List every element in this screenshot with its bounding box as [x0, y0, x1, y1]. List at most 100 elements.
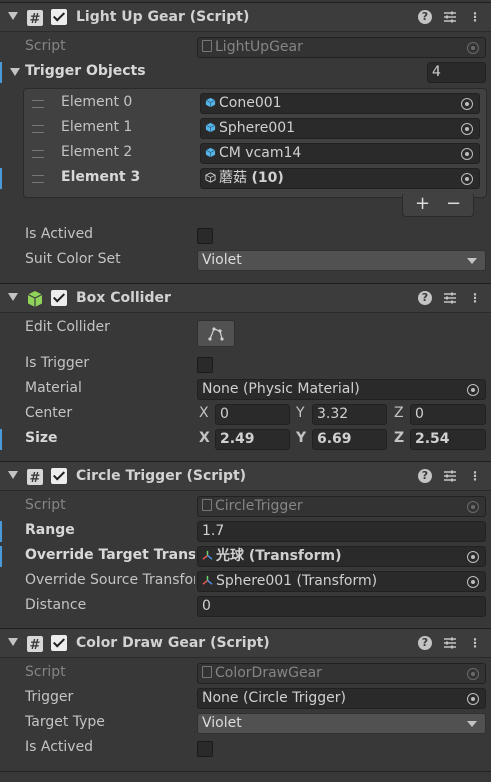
object-picker-icon[interactable]	[461, 98, 473, 110]
script-icon: #	[27, 469, 43, 486]
object-picker-icon[interactable]	[461, 173, 473, 185]
is-actived-label: Is Actived	[25, 226, 94, 242]
element-object-field[interactable]: Cone001	[200, 93, 480, 114]
transform-icon	[202, 575, 213, 585]
is-actived-checkbox[interactable]	[197, 228, 213, 244]
is-actived-row: Is Actived	[0, 736, 491, 761]
axis-x-label: X	[199, 405, 209, 421]
array-size-field[interactable]: 4	[427, 62, 486, 83]
is-trigger-checkbox[interactable]	[197, 357, 213, 373]
help-icon[interactable]: ?	[418, 10, 432, 24]
size-y-field[interactable]: 6.69	[312, 429, 387, 450]
enabled-checkbox[interactable]	[51, 9, 67, 25]
object-picker-icon[interactable]	[467, 668, 479, 680]
help-icon[interactable]: ?	[418, 291, 432, 305]
script-field[interactable]: CircleTrigger	[197, 496, 486, 517]
distance-field[interactable]: 0	[197, 596, 486, 617]
object-picker-icon[interactable]	[467, 384, 479, 396]
size-label: Size	[25, 430, 58, 446]
presets-icon[interactable]	[443, 291, 457, 305]
object-picker-icon[interactable]	[467, 576, 479, 588]
foldout-arrow-icon[interactable]	[8, 293, 18, 301]
presets-icon[interactable]	[443, 10, 457, 24]
suit-color-set-row: Suit Color Set Violet	[0, 248, 491, 273]
range-field[interactable]: 1.7	[197, 521, 486, 542]
object-picker-icon[interactable]	[461, 148, 473, 160]
more-options-icon[interactable]: ⋮	[468, 636, 482, 650]
foldout-arrow-icon[interactable]	[10, 68, 20, 76]
script-label: Script	[25, 38, 66, 54]
list-item[interactable]: Element 2 CM vcam14	[0, 141, 491, 166]
drag-handle-icon[interactable]	[32, 175, 44, 183]
center-y-field[interactable]: 3.32	[312, 404, 387, 425]
more-options-icon[interactable]: ⋮	[468, 10, 482, 24]
circle-trigger-header[interactable]: # Circle Trigger (Script) ? ⋮	[0, 461, 491, 491]
override-source-row: Override Source Transform Sphere001 (Tra…	[0, 569, 491, 594]
edit-collider-button[interactable]	[197, 320, 235, 347]
drag-handle-icon[interactable]	[32, 150, 44, 158]
target-type-label: Target Type	[25, 714, 105, 730]
cube-icon	[205, 97, 216, 108]
is-actived-checkbox[interactable]	[197, 741, 213, 757]
foldout-arrow-icon[interactable]	[8, 471, 18, 479]
script-row: Script CircleTrigger	[0, 494, 491, 519]
object-picker-icon[interactable]	[467, 551, 479, 563]
more-options-icon[interactable]: ⋮	[468, 291, 482, 305]
is-actived-label: Is Actived	[25, 739, 94, 755]
component-title: Light Up Gear (Script)	[76, 9, 250, 25]
trigger-field[interactable]: None (Circle Trigger)	[197, 688, 486, 709]
element-object-field[interactable]: 蘑菇 (10)	[200, 168, 480, 189]
drag-handle-icon[interactable]	[32, 100, 44, 108]
center-x-field[interactable]: 0	[215, 404, 290, 425]
suit-color-set-dropdown[interactable]: Violet	[197, 250, 486, 271]
override-source-field[interactable]: Sphere001 (Transform)	[197, 571, 486, 592]
element-label: Element 2	[61, 144, 133, 160]
add-element-button[interactable]: +	[415, 194, 430, 214]
presets-icon[interactable]	[443, 469, 457, 483]
box-collider-header[interactable]: Box Collider ? ⋮	[0, 283, 491, 313]
presets-icon[interactable]	[443, 636, 457, 650]
object-picker-icon[interactable]	[467, 693, 479, 705]
override-target-row: Override Target Transform 光球 (Transform)	[0, 544, 491, 569]
target-type-dropdown[interactable]: Violet	[197, 713, 486, 734]
list-item[interactable]: Element 1 Sphere001	[0, 116, 491, 141]
trigger-objects-row[interactable]: Trigger Objects 4	[0, 60, 491, 85]
override-target-field[interactable]: 光球 (Transform)	[197, 546, 486, 567]
enabled-checkbox[interactable]	[51, 468, 67, 484]
chevron-down-icon	[467, 721, 477, 727]
foldout-arrow-icon[interactable]	[8, 12, 18, 20]
help-icon[interactable]: ?	[418, 636, 432, 650]
remove-element-button[interactable]: −	[446, 194, 461, 214]
cube-icon	[205, 147, 216, 158]
object-picker-icon[interactable]	[467, 501, 479, 513]
size-x-field[interactable]: 2.49	[215, 429, 290, 450]
material-field[interactable]: None (Physic Material)	[197, 379, 486, 400]
script-row: Script ColorDrawGear	[0, 661, 491, 686]
script-field[interactable]: ColorDrawGear	[197, 663, 486, 684]
modified-marker	[0, 521, 2, 542]
light-up-gear-header[interactable]: # Light Up Gear (Script) ? ⋮	[0, 2, 491, 32]
element-object-field[interactable]: CM vcam14	[200, 143, 480, 164]
center-z-field[interactable]: 0	[410, 404, 486, 425]
color-draw-gear-header[interactable]: # Color Draw Gear (Script) ? ⋮	[0, 628, 491, 658]
drag-handle-icon[interactable]	[32, 125, 44, 133]
element-label: Element 1	[61, 119, 133, 135]
prefab-cube-icon	[205, 172, 216, 183]
enabled-checkbox[interactable]	[51, 290, 67, 306]
enabled-checkbox[interactable]	[51, 635, 67, 651]
more-options-icon[interactable]: ⋮	[468, 469, 482, 483]
object-picker-icon[interactable]	[461, 123, 473, 135]
element-object-field[interactable]: Sphere001	[200, 118, 480, 139]
material-row: Material None (Physic Material)	[0, 377, 491, 402]
help-icon[interactable]: ?	[418, 469, 432, 483]
distance-row: Distance 0	[0, 594, 491, 619]
list-item[interactable]: Element 0 Cone001	[0, 91, 491, 116]
script-field[interactable]: LightUpGear	[197, 37, 486, 58]
script-row: Script LightUpGear	[0, 35, 491, 60]
list-item[interactable]: Element 3 蘑菇 (10)	[0, 166, 491, 191]
object-picker-icon[interactable]	[467, 42, 479, 54]
script-file-icon	[202, 499, 212, 511]
modified-marker	[0, 546, 2, 567]
foldout-arrow-icon[interactable]	[8, 638, 18, 646]
size-z-field[interactable]: 2.54	[410, 429, 486, 450]
